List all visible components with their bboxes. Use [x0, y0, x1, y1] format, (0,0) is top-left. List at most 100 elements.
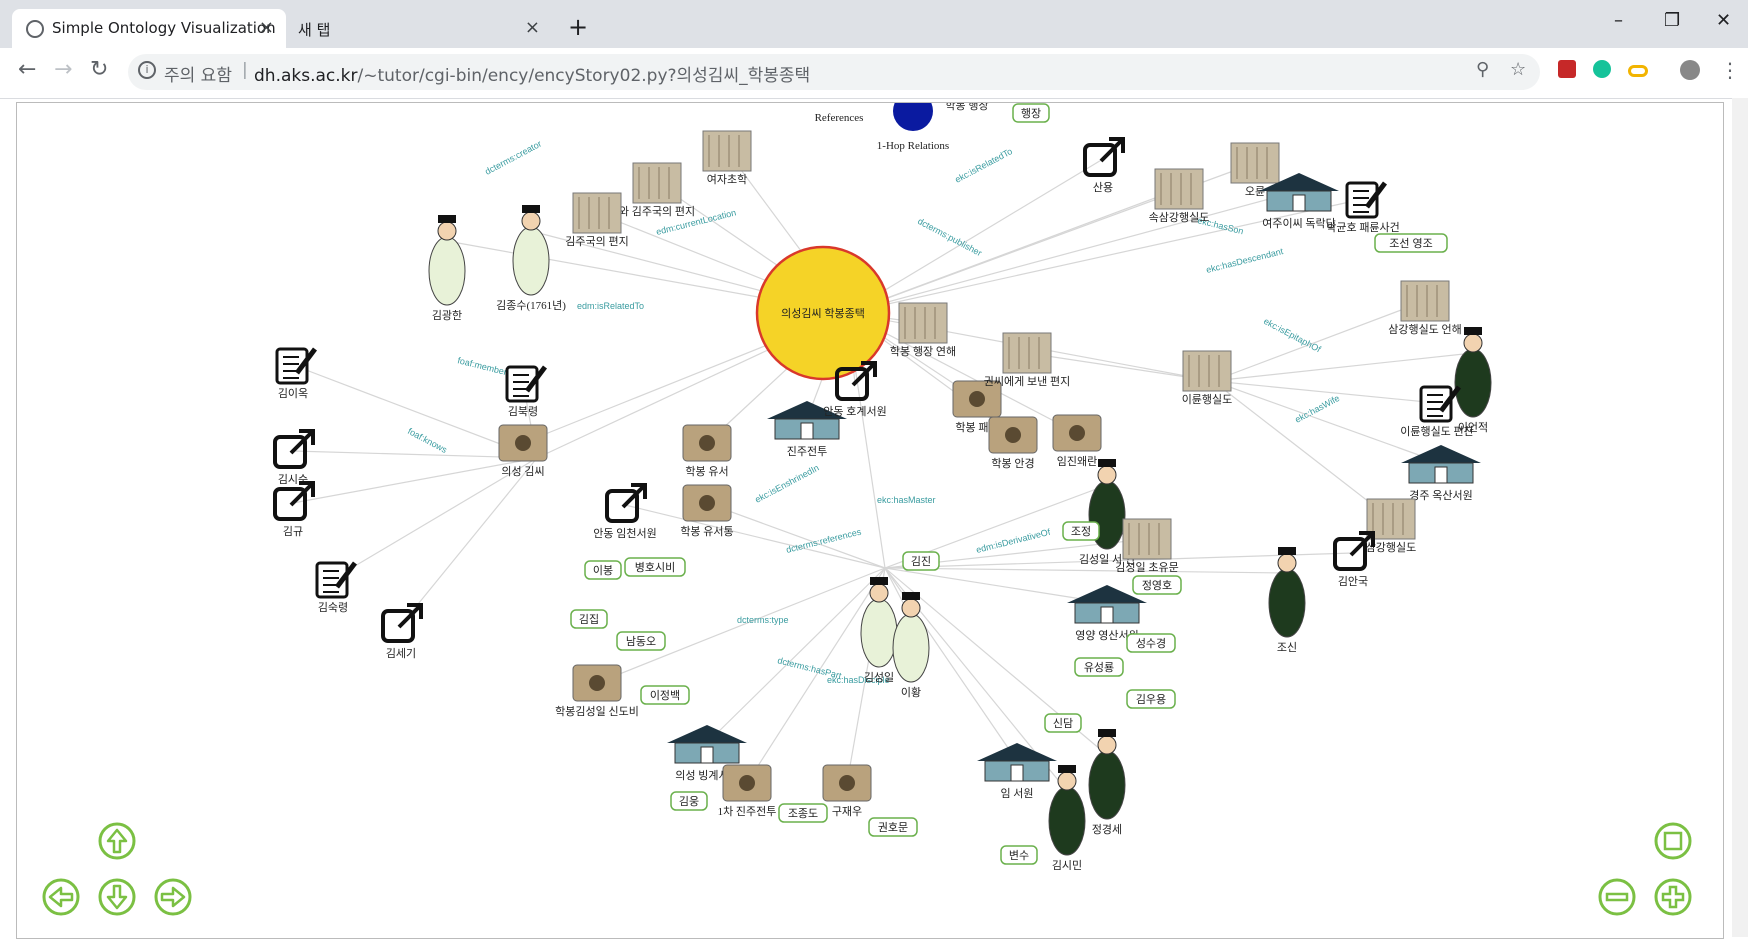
graph-node[interactable]: 의성 김씨	[498, 424, 548, 478]
minimize-button[interactable]: –	[1614, 10, 1623, 31]
graph-node[interactable]: 와 김주국의 편지	[619, 162, 695, 218]
back-button[interactable]: ←	[18, 57, 36, 82]
tab-close-icon[interactable]: ×	[525, 17, 540, 38]
tag-node[interactable]: 유성룡	[1074, 657, 1124, 677]
graph-node[interactable]: 학봉 유서	[682, 424, 732, 478]
grammarly-extension-icon[interactable]	[1593, 60, 1611, 78]
tag-label: 이정백	[650, 689, 680, 702]
graph-node-label: 삼강행실도 언해	[1388, 322, 1462, 336]
tag-node[interactable]: 성수경	[1126, 633, 1176, 653]
reload-button[interactable]: ↻	[90, 57, 108, 82]
tag-node[interactable]: 변수	[1000, 845, 1038, 865]
graph-node[interactable]: 김성일	[860, 577, 898, 684]
graph-node[interactable]: 김광한	[428, 215, 466, 322]
tag-node[interactable]: 병호시비	[624, 557, 686, 577]
zoom-out-button[interactable]	[1597, 877, 1637, 917]
visualization-canvas[interactable]: dcterms:creator edm:currentLocation edm:is…	[16, 102, 1724, 939]
graph-node[interactable]: 이륜행실도	[1182, 350, 1233, 406]
center-node[interactable]: 의성김씨 학봉종택	[755, 245, 891, 381]
tag-node[interactable]: 이정백	[640, 685, 690, 705]
tag-node[interactable]: 조종도	[778, 803, 828, 823]
tag-node[interactable]: 조선 영조	[1374, 233, 1448, 253]
graph-node[interactable]: 김시순	[273, 429, 315, 486]
graph-node[interactable]: 이언적	[1454, 327, 1492, 434]
tag-label: 변수	[1009, 849, 1029, 862]
graph-node[interactable]: 학봉김성일 신도비	[555, 664, 639, 718]
graph-node-label: 경주 옥산서원	[1409, 489, 1472, 502]
graph-node[interactable]: 학봉 유서통	[680, 484, 734, 538]
graph-node-label: 조신	[1277, 641, 1297, 654]
tag-node[interactable]: 조정	[1062, 521, 1100, 541]
graph-node[interactable]: 학봉 안경	[988, 416, 1038, 470]
graph-node[interactable]: 학봉 행장 연해	[890, 302, 956, 358]
graph-node[interactable]: 김주국의 편지	[565, 192, 629, 248]
menu-icon[interactable]: ⋮	[1720, 58, 1740, 82]
graph-node[interactable]: 삼강행실도 언해	[1388, 280, 1462, 336]
graph-node[interactable]: 김북령	[505, 365, 547, 418]
graph-node-label: 김성일 초유문	[1115, 560, 1178, 574]
ontology-graph[interactable]: dcterms:creatoredm:currentLocationedm:is…	[17, 103, 1723, 938]
new-tab-button[interactable]: +	[568, 13, 588, 41]
graph-node[interactable]: 김시민	[1048, 765, 1086, 872]
fit-view-button[interactable]	[1653, 821, 1693, 861]
zoom-in-button[interactable]	[1653, 877, 1693, 917]
graph-node[interactable]: 김세기	[381, 603, 423, 660]
zoom-icon[interactable]: ⚲	[1476, 59, 1489, 80]
pan-up-button[interactable]	[97, 821, 137, 861]
pan-right-button[interactable]	[153, 877, 193, 917]
pan-left-button[interactable]	[41, 877, 81, 917]
graph-node[interactable]: 여자초학	[702, 130, 752, 186]
plus-icon	[1661, 885, 1685, 909]
graph-node[interactable]: 속삼강행실도	[1149, 168, 1210, 224]
graph-edge	[846, 190, 1300, 314]
info-icon[interactable]: i	[138, 61, 156, 79]
security-warning[interactable]: 주의 요함	[164, 61, 232, 86]
avatar[interactable]	[1680, 60, 1700, 80]
url-host: dh.aks.ac.kr	[254, 66, 358, 86]
tag-node[interactable]: 남동오	[616, 631, 666, 651]
tag-node[interactable]: 정영호	[1132, 575, 1182, 595]
url-text[interactable]: dh.aks.ac.kr/~tutor/cgi-bin/ency/encySto…	[254, 61, 810, 86]
tab-close-icon[interactable]: ×	[259, 17, 274, 38]
bookmark-star-icon[interactable]: ☆	[1510, 59, 1526, 80]
tag-node[interactable]: 권호문	[868, 817, 918, 837]
pan-down-button[interactable]	[97, 877, 137, 917]
tag-label: 정영호	[1142, 579, 1172, 592]
tag-node[interactable]: 김우용	[1126, 689, 1176, 709]
graph-node[interactable]: 임 서원	[977, 743, 1057, 800]
graph-node[interactable]: 이황	[892, 592, 930, 699]
forward-button[interactable]: →	[54, 57, 72, 82]
edge-label: ekc:hasWife	[1293, 393, 1341, 425]
graph-node[interactable]: 임진왜란	[1052, 414, 1102, 468]
tag-node[interactable]: 김집	[570, 609, 608, 629]
graph-node[interactable]: 김이옥	[275, 347, 317, 400]
graph-node-label: 김북령	[508, 405, 538, 418]
tab-new[interactable]: 새 탭 ×	[290, 9, 552, 48]
window-close-button[interactable]: ✕	[1716, 10, 1731, 31]
vertical-scrollbar[interactable]	[1732, 98, 1748, 937]
edge-label: ekc:hasMaster	[877, 495, 936, 505]
graph-node[interactable]: 안동 임천서원	[593, 483, 657, 540]
extension-icon[interactable]	[1628, 65, 1648, 77]
graph-node[interactable]: 김종수(1761년)	[496, 205, 566, 312]
graph-node[interactable]: 김안국	[1333, 531, 1375, 588]
graph-node[interactable]: 구재우	[822, 764, 872, 818]
graph-node[interactable]: 1차 진주전투	[718, 764, 777, 818]
graph-node[interactable]: 조신	[1268, 547, 1306, 654]
tag-node[interactable]: 김진	[902, 551, 940, 571]
tag-node[interactable]: 신담	[1044, 713, 1082, 733]
graph-node[interactable]: 김성일 초유문	[1115, 518, 1179, 574]
edge-label: ekc:isEnshrinedIn	[753, 463, 820, 505]
graph-node[interactable]: 김숙령	[315, 561, 357, 614]
graph-node-label: 이륜행실도 편찬	[1400, 424, 1474, 438]
tag-node[interactable]: 행장	[1012, 103, 1050, 123]
tag-node[interactable]: 김웅	[670, 791, 708, 811]
restore-button[interactable]: ❐	[1664, 10, 1680, 31]
tab-ontology[interactable]: Simple Ontology Visualization ×	[12, 9, 286, 48]
tag-node[interactable]: 이봉	[584, 560, 622, 580]
pocket-extension-icon[interactable]	[1558, 60, 1576, 78]
edge-label: foaf:knows	[406, 426, 449, 455]
address-bar[interactable]: i 주의 요함 | dh.aks.ac.kr/~tutor/cgi-bin/en…	[128, 54, 1540, 90]
tag-label: 조정	[1071, 525, 1091, 538]
graph-node[interactable]: 김규	[273, 481, 315, 538]
